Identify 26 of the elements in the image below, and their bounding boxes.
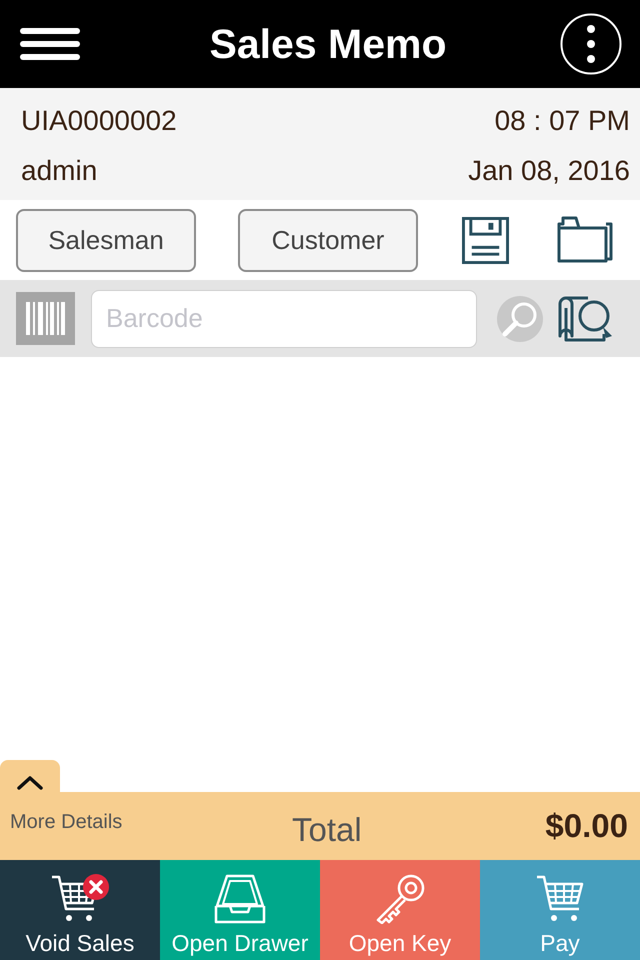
memo-number: UIA0000002 — [21, 104, 177, 138]
action-button[interactable]: Open Drawer — [160, 860, 320, 960]
more-options-icon[interactable] — [560, 13, 622, 75]
screen-title: Sales Memo — [210, 20, 446, 68]
menu-icon[interactable] — [20, 28, 80, 60]
selector-button[interactable]: Customer — [238, 208, 418, 272]
user-name: admin — [21, 154, 98, 188]
document-search-icon[interactable] — [558, 296, 614, 342]
memo-time: 08 : 07 PM — [494, 104, 630, 138]
save-icon[interactable] — [462, 216, 509, 264]
expand-tab[interactable] — [0, 760, 60, 792]
action-button[interactable]: Pay — [480, 860, 640, 960]
barcode-field[interactable]: Barcode — [91, 290, 477, 348]
cart-icon — [535, 874, 585, 924]
action-button[interactable]: Void Sales — [0, 860, 160, 960]
total-amount: $0.00 — [545, 807, 628, 845]
cart-remove-icon — [50, 874, 110, 924]
tray-icon — [214, 874, 266, 924]
total-label: Total — [290, 811, 363, 849]
action-button[interactable]: Open Key — [320, 860, 480, 960]
memo-date: Jan 08, 2016 — [468, 154, 630, 188]
chevron-up-icon — [17, 776, 43, 790]
more-details-label[interactable]: More Details — [10, 811, 122, 834]
key-icon — [375, 874, 425, 924]
folder-icon[interactable] — [557, 216, 613, 264]
selector-button[interactable]: Salesman — [16, 208, 196, 272]
